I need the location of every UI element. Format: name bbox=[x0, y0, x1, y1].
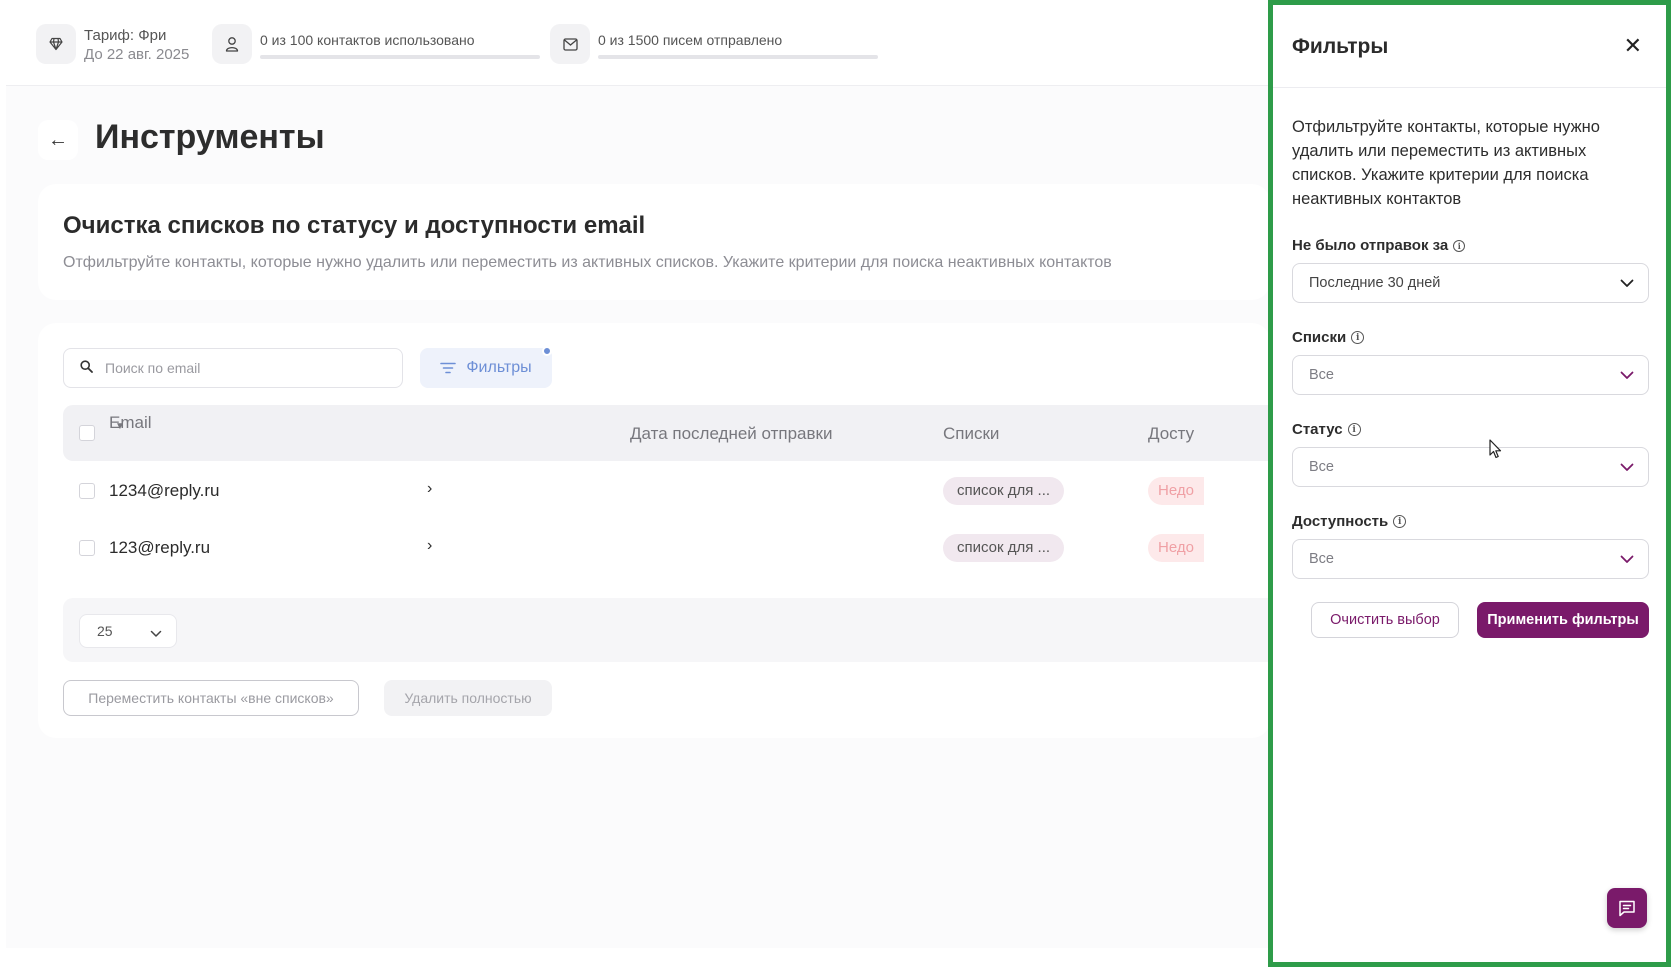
row-checkbox[interactable] bbox=[79, 483, 95, 499]
panel-divider bbox=[1273, 87, 1666, 88]
mouse-cursor-icon bbox=[1489, 439, 1502, 464]
column-availability: Досту bbox=[1148, 424, 1195, 443]
contacts-usage-bar bbox=[260, 55, 540, 59]
pagination-bar: 25 bbox=[63, 598, 1270, 662]
info-icon[interactable]: i bbox=[1351, 331, 1365, 344]
list-tag: список для ... bbox=[943, 534, 1065, 562]
availability-select[interactable]: Все bbox=[1292, 539, 1649, 579]
topbar: Тариф: Фри До 22 авг. 2025 0 из 100 конт… bbox=[6, 0, 1270, 86]
chevron-down-icon bbox=[1620, 368, 1634, 384]
mail-icon bbox=[550, 24, 590, 64]
contacts-table-card: Поиск по email Фильтры Email ▼ Дата посл… bbox=[38, 323, 1270, 738]
no-sends-label: Не было отправок за i bbox=[1292, 237, 1466, 254]
column-lists: Списки bbox=[943, 424, 1000, 443]
status-value: Все bbox=[1309, 459, 1334, 475]
availability-label: Доступность i bbox=[1292, 513, 1407, 530]
chat-icon bbox=[1618, 900, 1636, 917]
status-select[interactable]: Все bbox=[1292, 447, 1649, 487]
info-card: Очистка списков по статусу и доступности… bbox=[38, 184, 1270, 300]
availability-label-text: Доступность bbox=[1292, 513, 1389, 530]
chevron-down-icon bbox=[1620, 460, 1634, 476]
search-icon bbox=[80, 360, 93, 376]
plan-info: Тариф: Фри До 22 авг. 2025 bbox=[36, 24, 189, 64]
move-out-of-lists-button[interactable]: Переместить контакты «вне списков» bbox=[63, 680, 359, 716]
arrow-left-icon: ← bbox=[48, 128, 68, 151]
status-label: Статус i bbox=[1292, 421, 1361, 438]
filters-button[interactable]: Фильтры bbox=[420, 346, 552, 388]
delete-completely-button[interactable]: Удалить полностью bbox=[384, 680, 552, 716]
no-sends-value: Последние 30 дней bbox=[1309, 275, 1441, 291]
filters-button-label: Фильтры bbox=[466, 359, 532, 376]
chevron-right-icon[interactable]: › bbox=[427, 537, 432, 555]
lists-label-text: Списки bbox=[1292, 329, 1347, 346]
chevron-right-icon[interactable]: › bbox=[427, 480, 432, 498]
panel-title: Фильтры bbox=[1292, 35, 1389, 58]
emails-usage: 0 из 1500 писем отправлено bbox=[550, 24, 878, 64]
filters-active-dot bbox=[542, 346, 552, 356]
row-checkbox[interactable] bbox=[79, 540, 95, 556]
info-card-description: Отфильтруйте контакты, которые нужно уда… bbox=[63, 254, 1112, 271]
no-sends-select[interactable]: Последние 30 дней bbox=[1292, 263, 1649, 303]
filters-panel: Фильтры ✕ Отфильтруйте контакты, которые… bbox=[1268, 0, 1671, 967]
diamond-icon bbox=[36, 24, 76, 64]
sort-down-icon: ▼ bbox=[115, 420, 125, 432]
list-tag: список для ... bbox=[943, 477, 1065, 505]
search-placeholder: Поиск по email bbox=[105, 360, 201, 376]
column-last-sent: Дата последней отправки bbox=[630, 424, 833, 443]
emails-usage-bar bbox=[598, 55, 878, 59]
availability-value: Все bbox=[1309, 551, 1334, 567]
availability-badge: Недо bbox=[1148, 534, 1204, 562]
page-title: Инструменты bbox=[95, 118, 325, 156]
chevron-down-icon bbox=[1620, 552, 1634, 568]
clear-selection-button[interactable]: Очистить выбор bbox=[1311, 602, 1459, 638]
contacts-usage: 0 из 100 контактов использовано bbox=[212, 24, 540, 64]
lists-select[interactable]: Все bbox=[1292, 355, 1649, 395]
back-button[interactable]: ← bbox=[38, 120, 78, 160]
chevron-down-icon bbox=[1620, 276, 1634, 292]
emails-usage-text: 0 из 1500 писем отправлено bbox=[598, 32, 783, 48]
plan-name: Тариф: Фри bbox=[84, 27, 167, 44]
search-input[interactable]: Поиск по email bbox=[63, 348, 403, 388]
user-icon bbox=[212, 24, 252, 64]
chat-button[interactable] bbox=[1607, 888, 1647, 928]
table-header: Email ▼ Дата последней отправки Списки Д… bbox=[63, 405, 1270, 461]
info-card-heading: Очистка списков по статусу и доступности… bbox=[63, 212, 646, 239]
filter-lines-icon bbox=[440, 362, 457, 374]
row-email: 1234@reply.ru bbox=[109, 481, 220, 500]
page-size-select[interactable]: 25 bbox=[79, 614, 177, 648]
info-icon[interactable]: i bbox=[1393, 515, 1407, 528]
plan-until: До 22 авг. 2025 bbox=[84, 46, 190, 63]
lists-label: Списки i bbox=[1292, 329, 1365, 346]
chevron-down-icon bbox=[150, 625, 162, 641]
lists-value: Все bbox=[1309, 367, 1334, 383]
no-sends-label-text: Не было отправок за bbox=[1292, 237, 1449, 254]
availability-badge: Недо bbox=[1148, 477, 1204, 505]
status-label-text: Статус bbox=[1292, 421, 1343, 438]
table-row[interactable]: 1234@reply.ru › список для ... Недо bbox=[63, 461, 1270, 521]
table-row[interactable]: 123@reply.ru › список для ... Недо bbox=[63, 518, 1270, 578]
row-email: 123@reply.ru bbox=[109, 538, 211, 557]
info-icon[interactable]: i bbox=[1347, 423, 1361, 436]
select-all-checkbox[interactable] bbox=[79, 425, 95, 441]
panel-description: Отфильтруйте контакты, которые нужно уда… bbox=[1292, 118, 1600, 208]
page-size-value: 25 bbox=[97, 623, 113, 639]
apply-filters-button[interactable]: Применить фильтры bbox=[1477, 602, 1649, 638]
close-icon[interactable]: ✕ bbox=[1624, 35, 1642, 57]
contacts-usage-text: 0 из 100 контактов использовано bbox=[260, 32, 475, 48]
info-icon[interactable]: i bbox=[1453, 239, 1466, 252]
